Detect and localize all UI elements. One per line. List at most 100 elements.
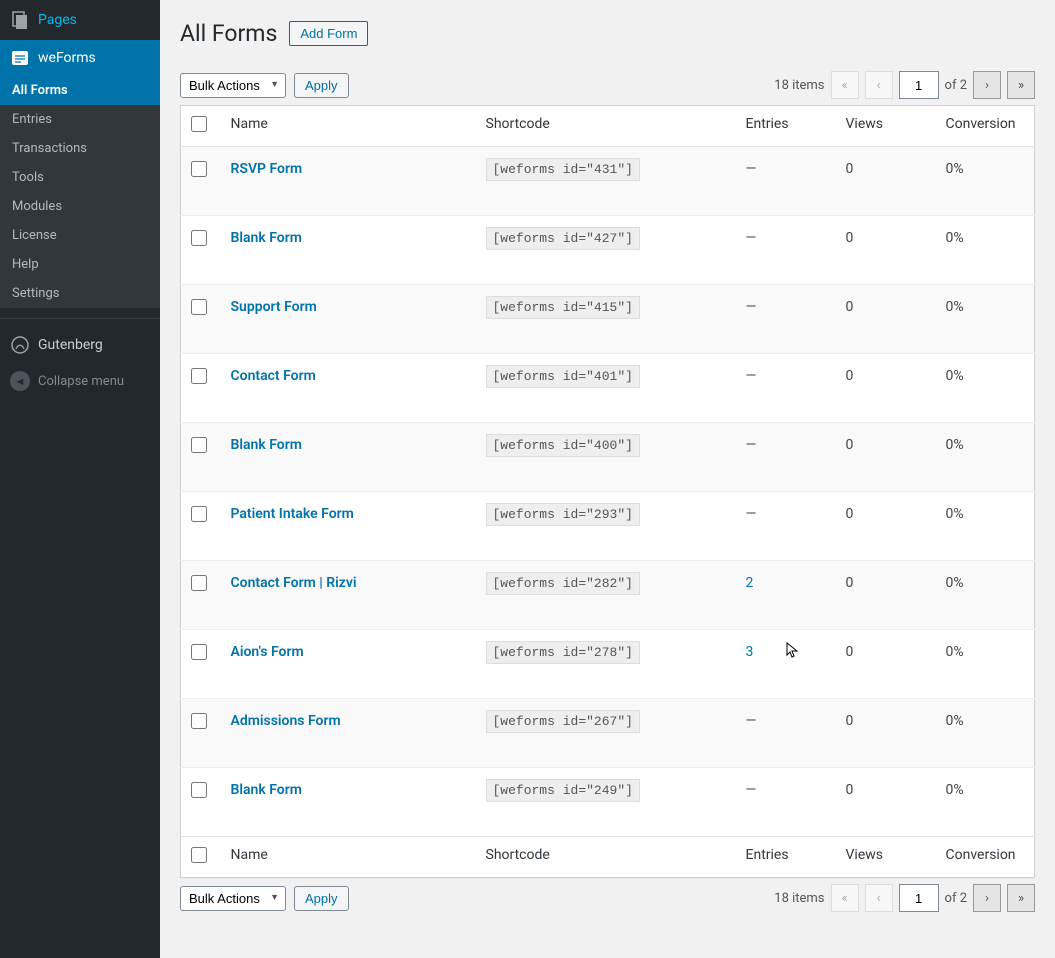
add-form-button[interactable]: Add Form: [289, 21, 368, 46]
table-row: Support Form[weforms id="415"]—00%: [181, 285, 1035, 354]
page-prev-button[interactable]: ‹: [865, 71, 893, 99]
tf-shortcode: Shortcode: [476, 837, 736, 878]
entries-value: —: [746, 506, 757, 522]
bulk-actions-select-bottom[interactable]: Bulk Actions: [181, 887, 285, 910]
bulk-select-wrap-bottom: Bulk Actions: [180, 886, 286, 911]
th-entries: Entries: [736, 106, 836, 147]
collapse-label: Collapse menu: [38, 374, 124, 389]
form-name-link[interactable]: Admissions Form: [231, 713, 341, 729]
row-checkbox[interactable]: [191, 299, 207, 315]
page-current-input[interactable]: [899, 71, 939, 99]
page-current-input-bottom[interactable]: [899, 884, 939, 912]
page-first-button-bottom[interactable]: «: [831, 884, 859, 912]
sidebar-item-pages[interactable]: Pages: [0, 0, 160, 40]
table-row: Aion's Form[weforms id="278"]300%: [181, 630, 1035, 699]
tf-name[interactable]: Name: [221, 837, 476, 878]
form-shortcode[interactable]: [weforms id="282"]: [486, 572, 640, 595]
form-shortcode[interactable]: [weforms id="249"]: [486, 779, 640, 802]
form-name-link[interactable]: RSVP Form: [231, 161, 303, 177]
row-checkbox[interactable]: [191, 230, 207, 246]
page-next-button[interactable]: ›: [973, 71, 1001, 99]
entries-value: —: [746, 782, 757, 798]
page-prev-button-bottom[interactable]: ‹: [865, 884, 893, 912]
table-row: Admissions Form[weforms id="267"]—00%: [181, 699, 1035, 768]
views-value: 0: [846, 506, 854, 522]
table-row: Blank Form[weforms id="427"]—00%: [181, 216, 1035, 285]
row-checkbox[interactable]: [191, 713, 207, 729]
form-shortcode[interactable]: [weforms id="415"]: [486, 296, 640, 319]
row-checkbox[interactable]: [191, 368, 207, 384]
conversion-value: 0%: [946, 575, 964, 591]
sidebar-label: Pages: [38, 12, 77, 28]
sidebar-subitem[interactable]: All Forms: [0, 76, 160, 105]
form-name-link[interactable]: Support Form: [231, 299, 317, 315]
form-name-link[interactable]: Contact Form | Rizvi: [231, 575, 357, 591]
sidebar-item-gutenberg[interactable]: Gutenberg: [0, 327, 160, 363]
sidebar-subitem[interactable]: Settings: [0, 279, 160, 308]
conversion-value: 0%: [946, 782, 964, 798]
pagination-top: 18 items « ‹ of 2 › »: [774, 71, 1035, 99]
items-count-bottom: 18 items: [774, 891, 824, 906]
bulk-actions-select[interactable]: Bulk Actions: [181, 74, 285, 97]
page-of-text: of 2: [945, 78, 967, 93]
form-name-link[interactable]: Patient Intake Form: [231, 506, 354, 522]
sidebar-item-weforms[interactable]: weForms: [0, 40, 160, 76]
tablenav-bottom: Bulk Actions Apply 18 items « ‹ of 2 › »: [180, 878, 1035, 918]
tablenav-top: Bulk Actions Apply 18 items « ‹ of 2 › »: [180, 65, 1035, 105]
page-title: All Forms: [180, 20, 277, 47]
row-checkbox[interactable]: [191, 437, 207, 453]
form-name-link[interactable]: Blank Form: [231, 230, 302, 246]
sidebar-subitem[interactable]: Modules: [0, 192, 160, 221]
th-conversion: Conversion: [936, 106, 1035, 147]
table-footer-row: Name Shortcode Entries Views Conversion: [181, 837, 1035, 878]
gutenberg-icon: [10, 335, 30, 355]
table-header-row: Name Shortcode Entries Views Conversion: [181, 106, 1035, 147]
bulk-apply-button[interactable]: Apply: [294, 73, 349, 98]
bulk-apply-button-bottom[interactable]: Apply: [294, 886, 349, 911]
entries-value[interactable]: 3: [746, 644, 754, 660]
collapse-menu[interactable]: ◄ Collapse menu: [0, 363, 160, 399]
form-name-link[interactable]: Contact Form: [231, 368, 316, 384]
admin-sidebar: Pages weForms All FormsEntriesTransactio…: [0, 0, 160, 958]
entries-value: —: [746, 437, 757, 453]
row-checkbox[interactable]: [191, 644, 207, 660]
sidebar-subitem[interactable]: Entries: [0, 105, 160, 134]
form-shortcode[interactable]: [weforms id="401"]: [486, 365, 640, 388]
sidebar-subitem[interactable]: Help: [0, 250, 160, 279]
entries-value[interactable]: 2: [746, 575, 754, 591]
form-shortcode[interactable]: [weforms id="431"]: [486, 158, 640, 181]
page-last-button-bottom[interactable]: »: [1007, 884, 1035, 912]
th-name[interactable]: Name: [221, 106, 476, 147]
select-all-checkbox[interactable]: [191, 116, 207, 132]
form-name-link[interactable]: Blank Form: [231, 437, 302, 453]
views-value: 0: [846, 713, 854, 729]
sidebar-subitem[interactable]: Tools: [0, 163, 160, 192]
forms-table: Name Shortcode Entries Views Conversion …: [180, 105, 1035, 878]
views-value: 0: [846, 230, 854, 246]
row-checkbox[interactable]: [191, 161, 207, 177]
table-row: RSVP Form[weforms id="431"]—00%: [181, 147, 1035, 216]
conversion-value: 0%: [946, 368, 964, 384]
form-shortcode[interactable]: [weforms id="267"]: [486, 710, 640, 733]
row-checkbox[interactable]: [191, 782, 207, 798]
sidebar-subitem[interactable]: Transactions: [0, 134, 160, 163]
entries-value: —: [746, 368, 757, 384]
form-name-link[interactable]: Blank Form: [231, 782, 302, 798]
row-checkbox[interactable]: [191, 506, 207, 522]
pages-icon: [10, 10, 30, 30]
views-value: 0: [846, 368, 854, 384]
page-last-button[interactable]: »: [1007, 71, 1035, 99]
select-all-checkbox-footer[interactable]: [191, 847, 207, 863]
form-name-link[interactable]: Aion's Form: [231, 644, 304, 660]
form-shortcode[interactable]: [weforms id="400"]: [486, 434, 640, 457]
form-shortcode[interactable]: [weforms id="293"]: [486, 503, 640, 526]
row-checkbox[interactable]: [191, 575, 207, 591]
form-shortcode[interactable]: [weforms id="427"]: [486, 227, 640, 250]
table-row: Patient Intake Form[weforms id="293"]—00…: [181, 492, 1035, 561]
page-first-button[interactable]: «: [831, 71, 859, 99]
conversion-value: 0%: [946, 230, 964, 246]
form-shortcode[interactable]: [weforms id="278"]: [486, 641, 640, 664]
sidebar-subitem[interactable]: License: [0, 221, 160, 250]
entries-value: —: [746, 161, 757, 177]
page-next-button-bottom[interactable]: ›: [973, 884, 1001, 912]
